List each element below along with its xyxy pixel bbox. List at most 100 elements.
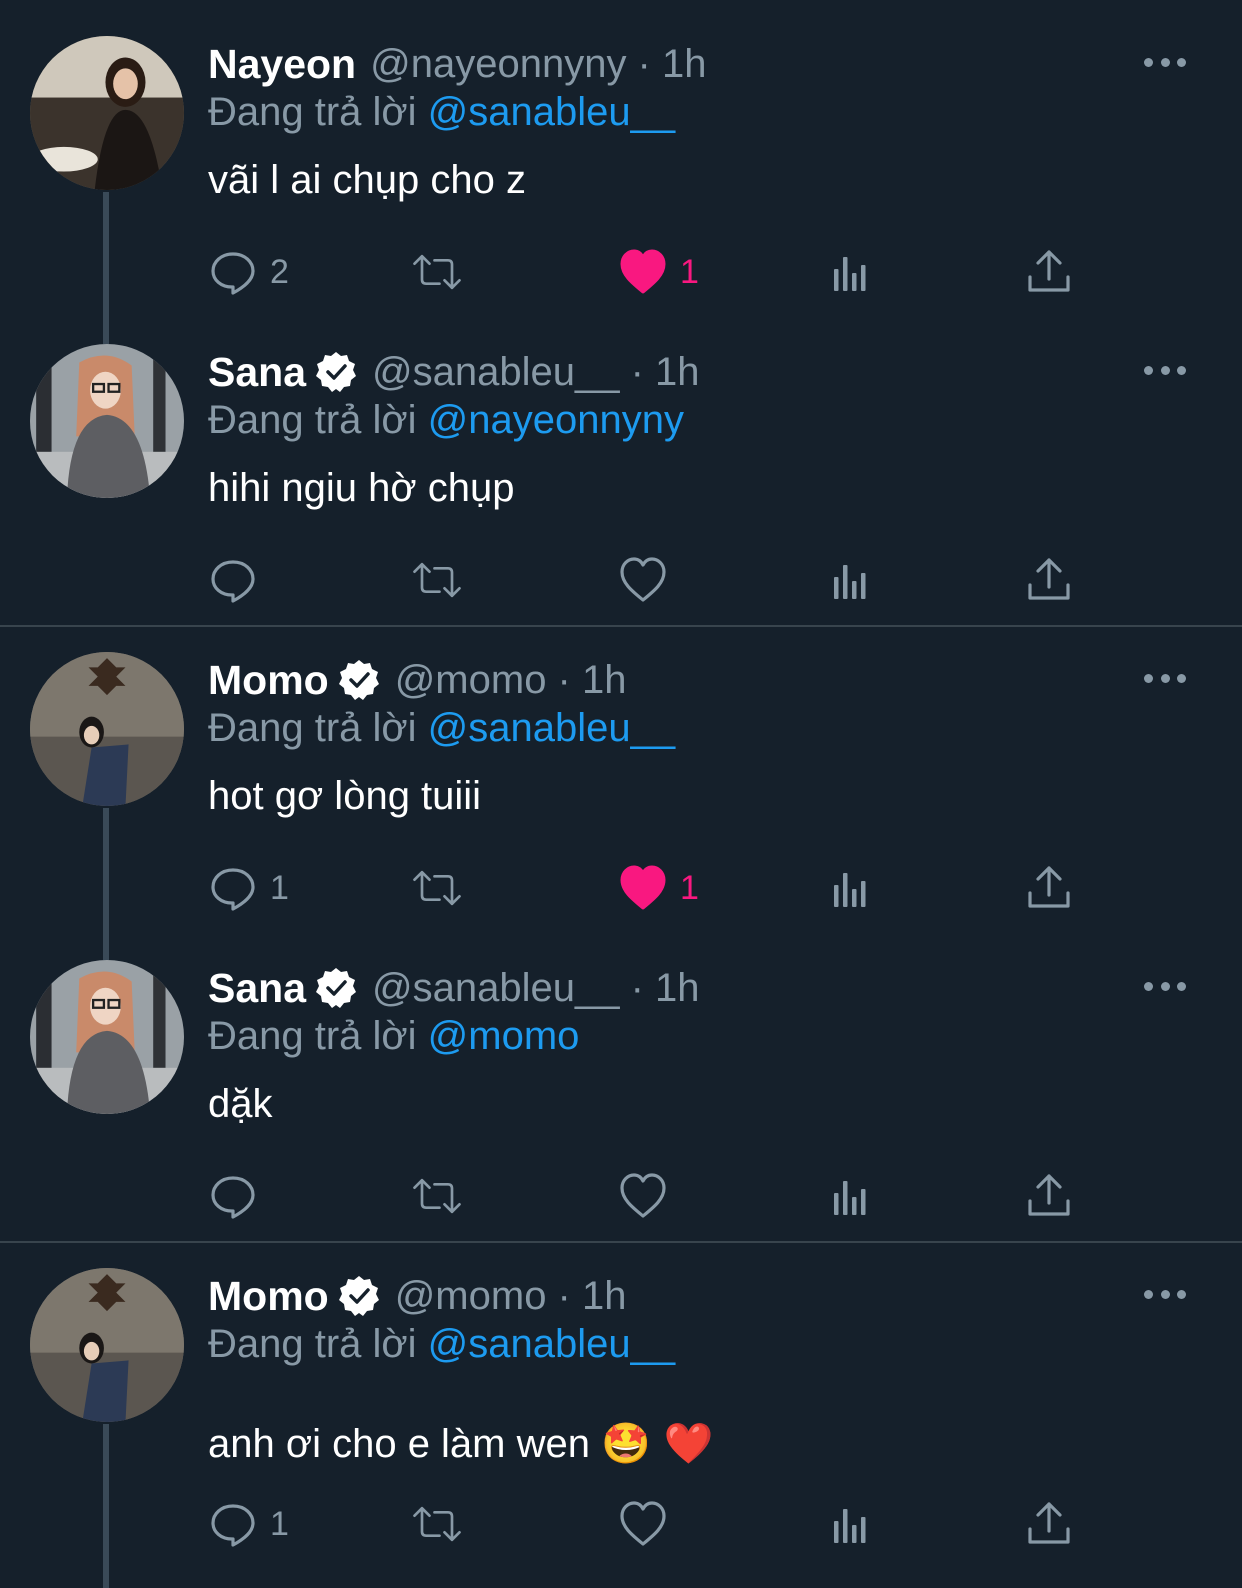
- like-button[interactable]: 1: [618, 244, 699, 300]
- like-count: 1: [680, 252, 699, 291]
- views-button[interactable]: [824, 860, 874, 916]
- views-button[interactable]: [824, 244, 874, 300]
- verified-badge-icon: [316, 968, 356, 1008]
- replying-to: Đang trả lời @sanableu__: [208, 90, 675, 135]
- like-count: 1: [680, 868, 699, 907]
- reply-icon: [211, 560, 255, 603]
- retweet-button[interactable]: [412, 1168, 462, 1224]
- reply-icon: [211, 1504, 255, 1547]
- sana-photo-icon: [30, 960, 184, 1114]
- retweet-icon: [413, 562, 461, 598]
- share-button[interactable]: [1024, 860, 1074, 916]
- display-name[interactable]: Sana: [208, 965, 306, 1012]
- more-icon[interactable]: [1144, 974, 1186, 998]
- tweet[interactable]: Nayeon @nayeonnyny · 1h Đang trả lời @sa…: [0, 0, 1242, 308]
- retweet-icon: [413, 1178, 461, 1214]
- reply-count: 1: [270, 868, 289, 907]
- like-icon: [620, 1501, 666, 1546]
- avatar[interactable]: [30, 344, 184, 498]
- tweet-emojis: 🤩 ❤️: [601, 1421, 714, 1467]
- display-name[interactable]: Momo: [208, 1273, 329, 1320]
- reply-mention-link[interactable]: @sanableu__: [428, 90, 675, 134]
- like-icon: [620, 1173, 666, 1218]
- more-icon[interactable]: [1144, 1282, 1186, 1306]
- reply-button[interactable]: 1: [208, 860, 289, 916]
- reply-mention-link[interactable]: @momo: [428, 1014, 580, 1058]
- reply-mention-link[interactable]: @nayeonnyny: [428, 398, 684, 442]
- tweet[interactable]: Momo @momo · 1h Đang trả lời @sanableu__…: [0, 616, 1242, 924]
- tweet-actions: [208, 552, 1088, 608]
- tweet-text-body: anh ơi cho e làm wen: [208, 1422, 590, 1466]
- tweet[interactable]: Momo @momo · 1h Đang trả lời @sanableu__…: [0, 1232, 1242, 1588]
- like-icon: [620, 557, 666, 602]
- reply-button[interactable]: [208, 552, 270, 608]
- views-button[interactable]: [824, 1496, 874, 1552]
- like-button[interactable]: [618, 1496, 680, 1552]
- reply-prefix: Đang trả lời: [208, 1322, 417, 1366]
- more-icon[interactable]: [1144, 358, 1186, 382]
- tweet-actions: 2 1: [208, 244, 1088, 300]
- tweet[interactable]: Sana @sanableu__ · 1h Đang trả lời @momo…: [0, 924, 1242, 1232]
- avatar[interactable]: [30, 652, 184, 806]
- views-icon: [834, 565, 866, 599]
- tweet-actions: 1 1: [208, 860, 1088, 916]
- momo-photo-icon: [30, 652, 184, 806]
- retweet-button[interactable]: [412, 552, 462, 608]
- views-icon: [834, 1181, 866, 1215]
- reply-prefix: Đang trả lời: [208, 398, 417, 442]
- reply-button[interactable]: 2: [208, 244, 289, 300]
- share-button[interactable]: [1024, 1496, 1074, 1552]
- nayeon-photo-icon: [30, 36, 184, 190]
- views-button[interactable]: [824, 552, 874, 608]
- tweet-actions: 1: [208, 1496, 1088, 1552]
- handle-time[interactable]: @sanableu__ · 1h: [372, 966, 700, 1011]
- tweet[interactable]: Sana @sanableu__ · 1h Đang trả lời @naye…: [0, 308, 1242, 616]
- share-button[interactable]: [1024, 552, 1074, 608]
- tweet-text: hot gơ lòng tuiii: [208, 774, 482, 818]
- like-icon: [620, 249, 666, 294]
- replying-to: Đang trả lời @nayeonnyny: [208, 398, 684, 443]
- replying-to: Đang trả lời @momo: [208, 1014, 579, 1059]
- avatar[interactable]: [30, 36, 184, 190]
- retweet-button[interactable]: [412, 1496, 462, 1552]
- like-icon: [620, 865, 666, 910]
- retweet-button[interactable]: [412, 860, 462, 916]
- reply-count: 1: [270, 1504, 289, 1543]
- reply-icon: [211, 252, 255, 295]
- handle-time[interactable]: @momo · 1h: [395, 1274, 627, 1319]
- like-button[interactable]: [618, 1168, 680, 1224]
- share-icon: [1028, 1502, 1070, 1544]
- avatar[interactable]: [30, 960, 184, 1114]
- sana-photo-icon: [30, 344, 184, 498]
- retweet-icon: [413, 870, 461, 906]
- handle-time[interactable]: @nayeonnyny · 1h: [370, 42, 706, 87]
- more-icon[interactable]: [1144, 50, 1186, 74]
- handle-time[interactable]: @sanableu__ · 1h: [372, 350, 700, 395]
- share-button[interactable]: [1024, 244, 1074, 300]
- reply-mention-link[interactable]: @sanableu__: [428, 706, 675, 750]
- avatar[interactable]: [30, 1268, 184, 1422]
- share-icon: [1028, 1174, 1070, 1216]
- views-button[interactable]: [824, 1168, 874, 1224]
- display-name[interactable]: Momo: [208, 657, 329, 704]
- display-name[interactable]: Sana: [208, 349, 306, 396]
- reply-prefix: Đang trả lời: [208, 706, 417, 750]
- verified-badge-icon: [316, 352, 356, 392]
- like-button[interactable]: [618, 552, 680, 608]
- replying-to: Đang trả lời @sanableu__: [208, 1322, 675, 1367]
- tweet-text: dặk: [208, 1082, 273, 1126]
- more-icon[interactable]: [1144, 666, 1186, 690]
- reply-mention-link[interactable]: @sanableu__: [428, 1322, 675, 1366]
- retweet-button[interactable]: [412, 244, 462, 300]
- reply-button[interactable]: [208, 1168, 270, 1224]
- reply-icon: [211, 1176, 255, 1219]
- verified-badge-icon: [338, 660, 379, 700]
- share-button[interactable]: [1024, 1168, 1074, 1224]
- tweet-text: anh ơi cho e làm wen 🤩 ❤️: [208, 1420, 713, 1467]
- reply-button[interactable]: 1: [208, 1496, 289, 1552]
- like-button[interactable]: 1: [618, 860, 699, 916]
- tweet-text: hihi ngiu hờ chụp: [208, 466, 515, 510]
- display-name[interactable]: Nayeon: [208, 41, 356, 88]
- reply-prefix: Đang trả lời: [208, 90, 417, 134]
- handle-time[interactable]: @momo · 1h: [395, 658, 627, 703]
